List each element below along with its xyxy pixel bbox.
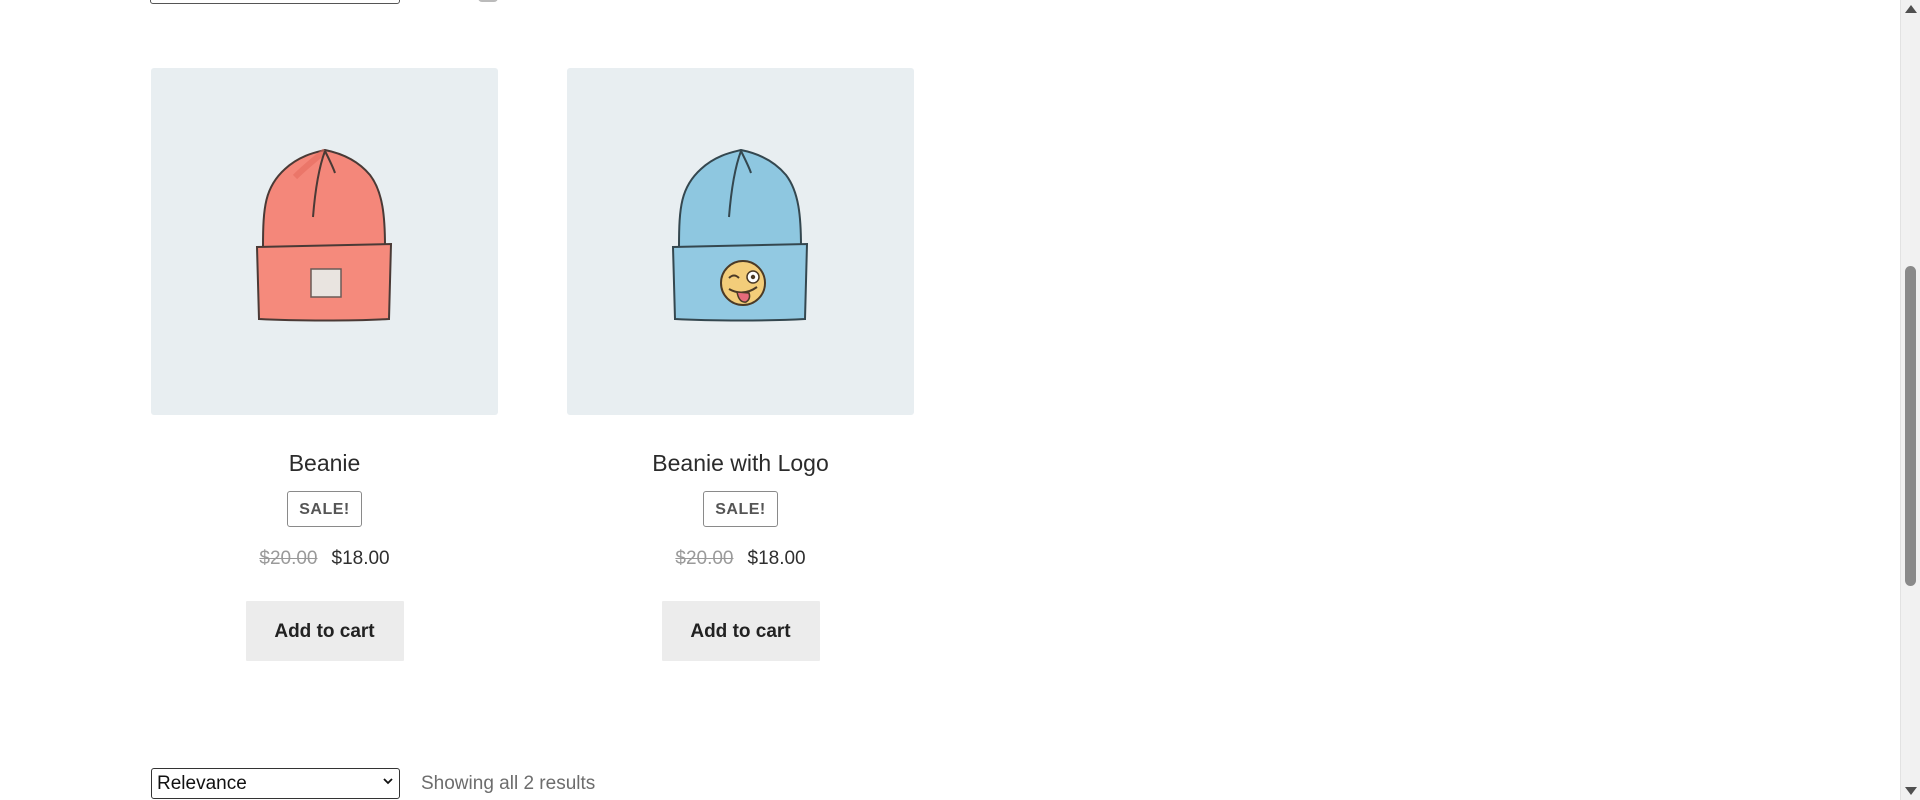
- scrollbar-thumb[interactable]: [1905, 266, 1916, 586]
- add-to-cart-button[interactable]: Add to cart: [661, 601, 820, 661]
- sale-badge: SALE!: [703, 491, 778, 527]
- product-title[interactable]: Beanie with Logo: [567, 449, 914, 477]
- product-price: $20.00 $18.00: [567, 547, 914, 571]
- beanie-icon: [255, 148, 392, 321]
- shop-sorting-bar: Relevance Showing all 2 results: [151, 768, 595, 799]
- sort-select[interactable]: Relevance: [151, 768, 400, 799]
- scroll-up-arrow-icon[interactable]: [1905, 5, 1917, 13]
- product-title[interactable]: Beanie: [151, 449, 498, 477]
- product-card: Beanie with Logo SALE! $20.00 $18.00 Add …: [567, 68, 914, 661]
- shop-page: Beanie SALE! $20.00$18.00 Add to cart B: [0, 0, 1920, 800]
- add-to-cart-button[interactable]: Add to cart: [245, 601, 404, 661]
- chevron-down-icon: [383, 777, 393, 784]
- scroll-down-arrow-icon[interactable]: [1905, 787, 1917, 795]
- old-price: $20.00: [675, 548, 734, 569]
- result-count: Showing all 2 results: [421, 772, 596, 794]
- sale-price: $18.00: [747, 548, 806, 569]
- sort-select-value: Relevance: [157, 772, 247, 794]
- result-count-top: [478, 0, 498, 2]
- scrollbar[interactable]: [1900, 0, 1920, 800]
- product-image-beanie[interactable]: [151, 68, 498, 415]
- old-price: $20.00: [259, 548, 318, 569]
- product-price: $20.00 $18.00: [151, 547, 498, 571]
- sale-price: $18.00: [331, 548, 390, 569]
- product-card: Beanie SALE! $20.00 $18.00 Add to cart: [151, 68, 498, 661]
- sort-select-top[interactable]: [150, 0, 400, 4]
- product-image-beanie-with-logo[interactable]: [567, 68, 914, 415]
- sale-badge: SALE!: [287, 491, 362, 527]
- beanie-logo-icon: [671, 148, 808, 321]
